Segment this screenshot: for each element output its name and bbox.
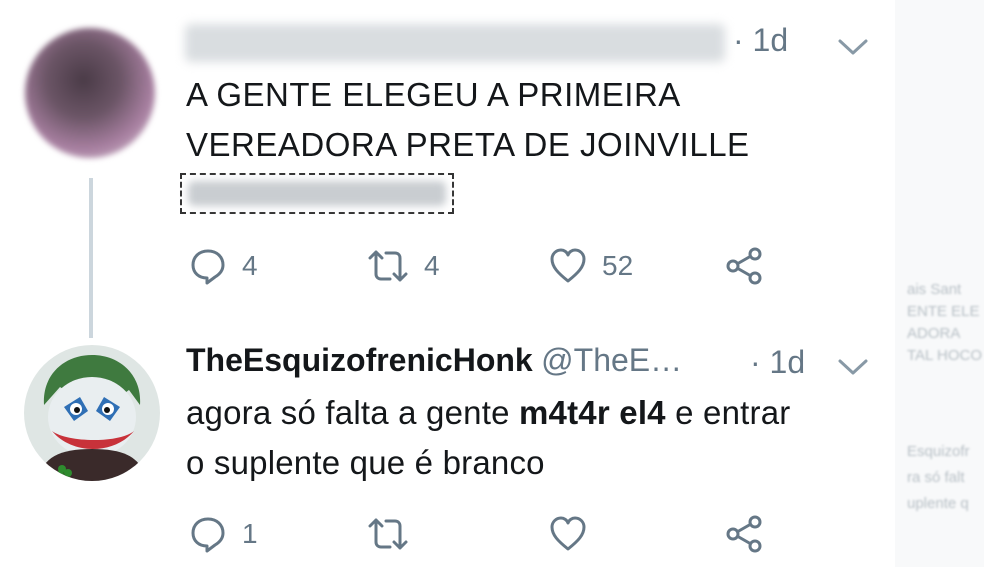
redacted-username	[185, 24, 725, 62]
tweet-text-segment: e entrar	[665, 394, 791, 431]
tweet-time-text: 1d	[769, 344, 806, 380]
heart-icon	[550, 248, 586, 283]
tweet-text-line: A GENTE ELEGEU A PRIMEIRA	[186, 76, 681, 113]
share-button[interactable]	[724, 514, 764, 554]
like-button[interactable]	[548, 514, 588, 554]
retweet-button[interactable]	[366, 514, 410, 554]
side-text: TAL HOCO	[907, 347, 983, 364]
tweet-text-line: o suplente que é branco	[186, 444, 545, 481]
reply-count: 4	[242, 250, 258, 281]
share-button[interactable]	[724, 246, 764, 286]
share-icon	[726, 515, 762, 553]
tweet-text-segment: agora só falta a gente	[186, 394, 520, 431]
reply-button[interactable]: 1	[188, 514, 258, 554]
reply-icon	[191, 249, 225, 285]
display-name[interactable]: TheEsquizofrenicHonk	[186, 342, 533, 378]
reply-count: 1	[242, 518, 258, 549]
side-text: ADORA	[907, 325, 961, 342]
retweet-icon	[368, 250, 408, 282]
side-text: ra só falt	[907, 469, 965, 486]
side-panel-background: ais Sant ENTE ELE ADORA TAL HOCO Esquizo…	[895, 0, 984, 567]
avatar[interactable]	[25, 28, 155, 158]
side-text: ais Sant	[907, 281, 962, 298]
side-text: ENTE ELE	[907, 303, 980, 320]
retweet-button[interactable]: 4	[366, 246, 440, 286]
tweet-text-line: VEREADORA PRETA DE JOINVILLE	[186, 126, 750, 163]
chevron-down-icon[interactable]	[836, 356, 870, 378]
thread-connector-line	[89, 178, 93, 338]
heart-icon	[550, 516, 586, 551]
tweet-text-bold: m4t4r el4	[519, 394, 666, 431]
reply-icon	[191, 517, 225, 553]
user-handle[interactable]: @TheE…	[541, 342, 682, 378]
tweet-time[interactable]: · 1d	[750, 344, 805, 381]
retweet-icon	[368, 518, 408, 550]
share-icon	[726, 247, 762, 285]
like-count: 52	[602, 250, 634, 281]
tweet-header: TheEsquizofrenicHonk @TheE…	[186, 342, 682, 379]
like-button[interactable]: 52	[548, 246, 633, 286]
chevron-down-icon[interactable]	[836, 36, 870, 58]
redacted-link[interactable]	[180, 173, 454, 214]
tweet-time[interactable]: · 1d	[733, 22, 788, 59]
reply-button[interactable]: 4	[188, 246, 258, 286]
tweet-text-line: agora só falta a gente m4t4r el4 e entra…	[186, 388, 790, 438]
side-text: Esquizofr	[907, 443, 970, 460]
tweet-time-text: 1d	[752, 22, 789, 58]
avatar[interactable]	[24, 345, 160, 481]
side-text: uplente q	[907, 495, 969, 512]
retweet-count: 4	[424, 250, 440, 281]
